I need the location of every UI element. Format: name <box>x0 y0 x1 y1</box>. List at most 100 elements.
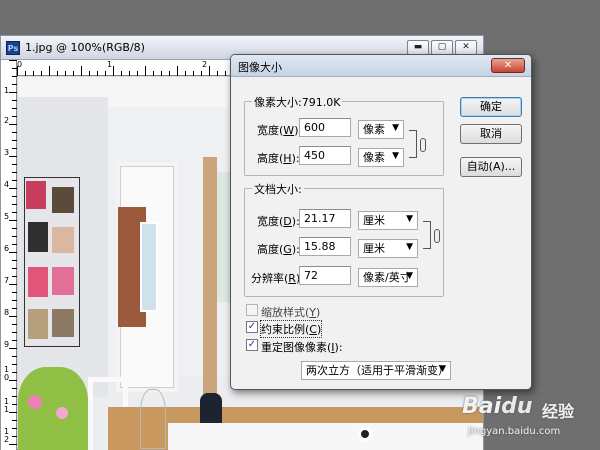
ruler-tick <box>9 220 17 221</box>
ruler-number: 1 <box>4 86 10 95</box>
ruler-tick <box>33 71 34 76</box>
ruler-tick <box>137 71 138 76</box>
ruler-tick <box>177 66 178 76</box>
chevron-down-icon: ▼ <box>392 151 399 161</box>
scale-styles-label: 缩放样式(Y) <box>261 306 321 319</box>
resample-image-checkbox[interactable]: ✓ <box>246 339 258 351</box>
resolution-unit-select[interactable]: 像素/英寸 ▼ <box>358 268 418 287</box>
jingyan-label: 经验 <box>542 402 575 421</box>
chevron-down-icon: ▼ <box>406 214 413 224</box>
flower <box>28 395 42 409</box>
maximize-button[interactable]: ▢ <box>431 40 453 55</box>
document-width-label: 宽度(D): <box>257 215 300 228</box>
scale-styles-checkbox[interactable] <box>246 304 258 316</box>
ruler-tick <box>217 71 218 76</box>
ruler-tick <box>169 71 170 76</box>
ruler-tick <box>97 71 98 76</box>
photoshop-icon: Ps <box>6 41 20 55</box>
cancel-button[interactable]: 取消 <box>460 124 522 144</box>
document-height-unit-select[interactable]: 厘米 ▼ <box>358 239 418 258</box>
ruler-tick <box>12 420 17 421</box>
auto-button[interactable]: 自动(A)... <box>460 157 522 177</box>
ruler-tick <box>12 116 17 117</box>
ruler-tick <box>12 196 17 197</box>
document-height-input[interactable]: 15.88 <box>299 237 351 256</box>
baidu-jingyan-watermark: Baidu 经验 jingyan.baidu.com <box>462 392 598 448</box>
ruler-tick <box>145 66 146 76</box>
ruler-tick <box>161 71 162 76</box>
ruler-tick <box>193 71 194 76</box>
ruler-tick <box>73 71 74 76</box>
window <box>140 222 158 312</box>
constrain-proportions-checkbox[interactable]: ✓ <box>246 321 258 333</box>
flower <box>56 407 68 419</box>
document-width-input[interactable]: 21.17 <box>299 209 351 228</box>
wine-glass <box>140 389 166 449</box>
ruler-tick <box>12 388 17 389</box>
ruler-tick <box>12 204 17 205</box>
constrain-proportions-label: 约束比例(C) <box>259 320 323 338</box>
ruler-tick <box>12 292 17 293</box>
resample-method-select[interactable]: 两次立方（适用于平滑渐变） ▼ <box>301 361 451 380</box>
ruler-tick <box>12 172 17 173</box>
chevron-down-icon: ▼ <box>406 242 413 252</box>
dialog-close-button[interactable]: ✕ <box>491 58 525 73</box>
pixel-width-label: 宽度(W): <box>257 124 302 137</box>
pixel-height-input[interactable]: 450 <box>299 146 351 165</box>
ruler-tick <box>153 71 154 76</box>
ruler-tick <box>12 428 17 429</box>
magazine <box>28 267 48 297</box>
pixel-dimensions-legend: 像素大小:791.0K <box>252 94 343 110</box>
ruler-tick <box>12 436 17 437</box>
ruler-tick <box>12 268 17 269</box>
ruler-tick <box>12 236 17 237</box>
pixel-width-unit-select[interactable]: 像素 ▼ <box>358 120 404 139</box>
watermark-url: jingyan.baidu.com <box>468 426 561 437</box>
ruler-tick <box>41 71 42 76</box>
resolution-label: 分辨率(R): <box>251 272 304 285</box>
document-width-unit-select[interactable]: 厘米 ▼ <box>358 211 418 230</box>
ruler-tick <box>12 340 17 341</box>
ruler-tick <box>81 66 82 76</box>
vertical-ruler: 1 2 3 4 5 6 7 8 9 1 0 1 1 1 2 <box>1 60 17 450</box>
ruler-tick <box>9 316 17 317</box>
pixel-height-label: 高度(H): <box>257 152 300 165</box>
ruler-tick <box>12 396 17 397</box>
magazine <box>52 227 74 253</box>
resolution-input[interactable]: 72 <box>299 266 351 285</box>
ruler-tick <box>9 380 17 381</box>
ruler-tick <box>12 84 17 85</box>
ruler-tick <box>12 300 17 301</box>
chevron-down-icon: ▼ <box>439 364 446 374</box>
ruler-tick <box>12 332 17 333</box>
ruler-tick <box>9 156 17 157</box>
dialog-title: 图像大小 <box>238 61 282 74</box>
ruler-tick <box>12 364 17 365</box>
magazine <box>52 309 74 337</box>
baidu-logo: Baidu <box>462 394 533 419</box>
close-button[interactable]: ✕ <box>455 40 477 55</box>
document-size-legend: 文档大小: <box>252 181 304 197</box>
dialog-title-bar[interactable]: 图像大小 ✕ <box>231 55 531 77</box>
minimize-button[interactable]: ▬ <box>407 40 429 55</box>
ok-button[interactable]: 确定 <box>460 97 522 117</box>
document-title: 1.jpg @ 100%(RGB/8) <box>25 41 145 54</box>
ruler-tick <box>12 100 17 101</box>
ruler-tick <box>89 71 90 76</box>
magazine <box>28 309 48 339</box>
link-bracket <box>409 130 417 158</box>
wall-socket <box>358 427 372 441</box>
ruler-tick <box>209 66 210 76</box>
chain-link-icon <box>420 138 426 152</box>
pixel-width-input[interactable]: 600 <box>299 118 351 137</box>
ruler-tick <box>12 76 17 77</box>
ruler-tick <box>9 60 17 61</box>
magazine <box>26 181 46 209</box>
ruler-tick <box>201 71 202 76</box>
pixel-height-unit-select[interactable]: 像素 ▼ <box>358 148 404 167</box>
ruler-tick <box>105 71 106 76</box>
open-door <box>203 157 217 397</box>
flowers <box>18 367 88 450</box>
ruler-tick <box>121 71 122 76</box>
resample-image-label: 重定图像像素(I): <box>261 341 343 354</box>
